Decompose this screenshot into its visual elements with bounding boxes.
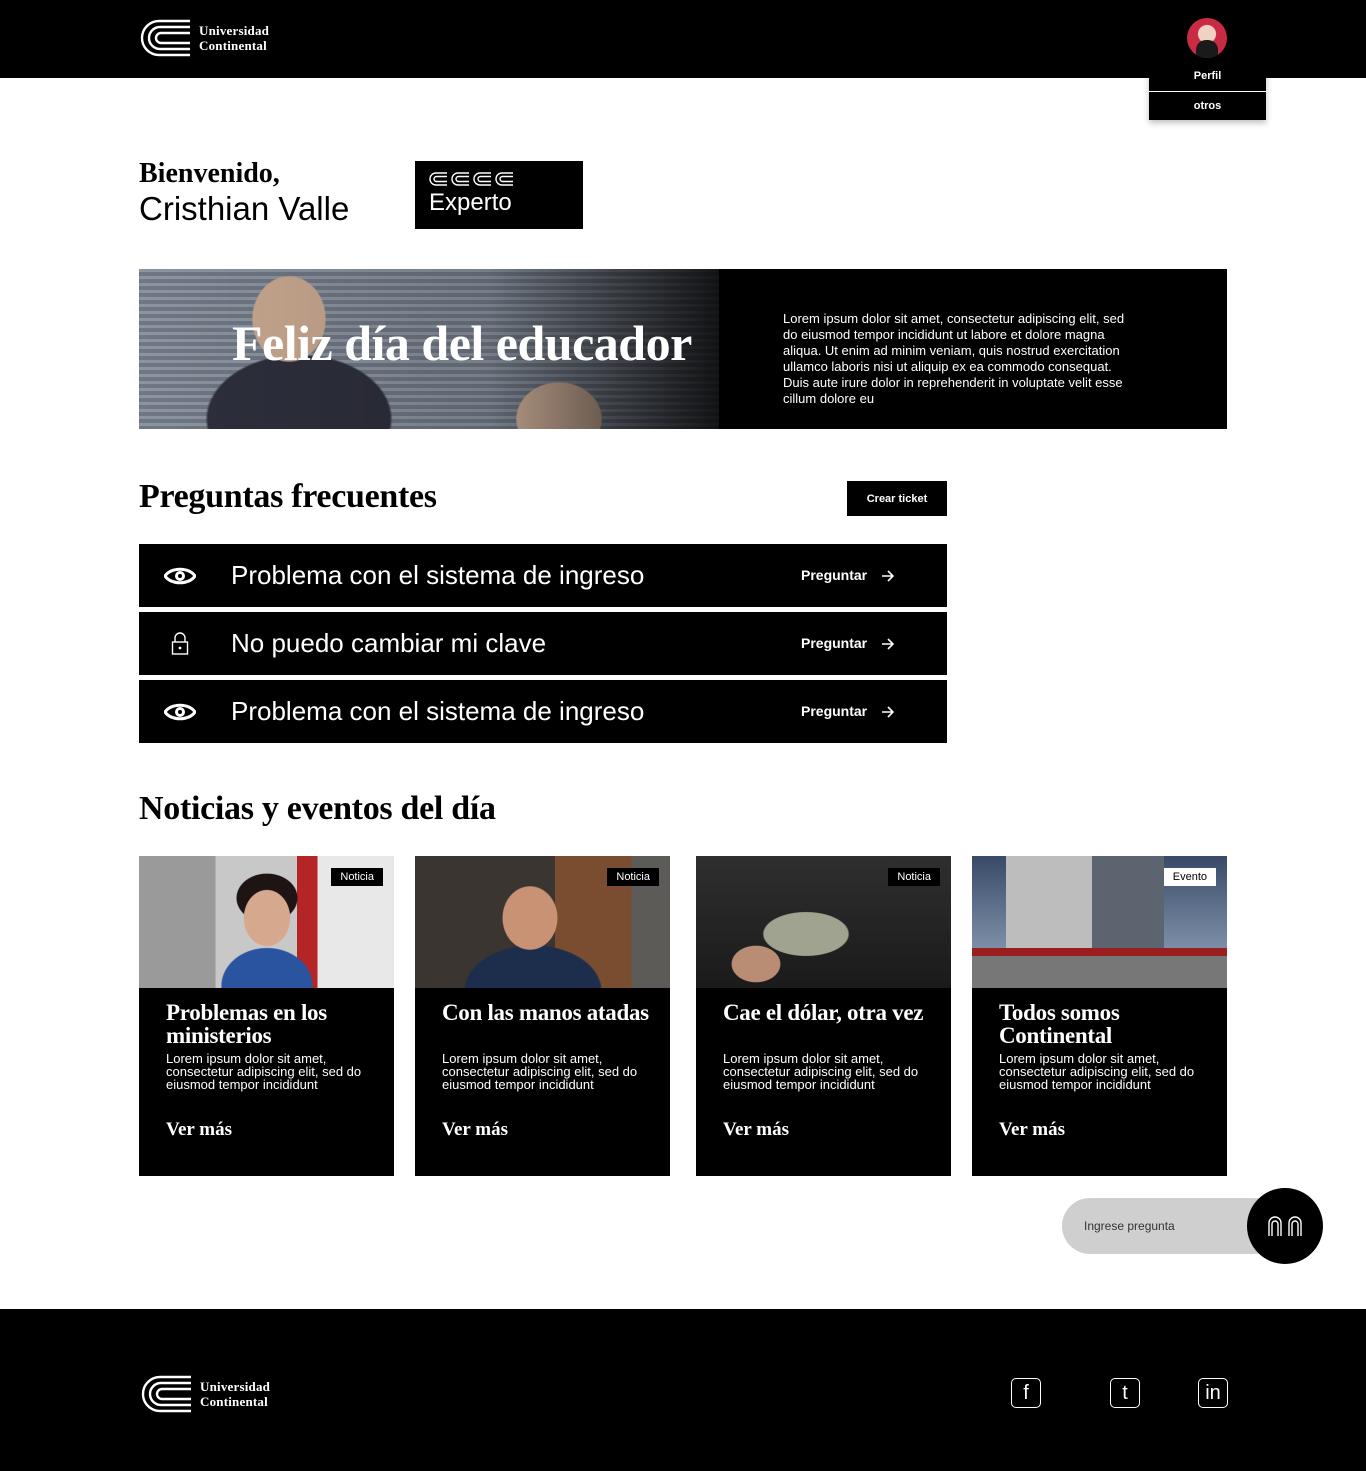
linkedin-icon[interactable]: in [1198, 1378, 1228, 1408]
faq-title: Preguntas frecuentes [139, 478, 437, 515]
facebook-icon[interactable]: f [1011, 1378, 1041, 1408]
hero-banner[interactable]: Feliz día del educador Lorem ipsum dolor… [139, 269, 1227, 429]
card-title: Todos somos Continental [999, 1000, 1120, 1048]
level-logo-icon [473, 172, 491, 186]
ask-button[interactable]: Preguntar [801, 612, 895, 675]
logo-line-2: Continental [200, 1394, 268, 1409]
menu-item-otros[interactable]: otros [1149, 91, 1266, 120]
event-card[interactable]: Evento Todos somos Continental Lorem ips… [972, 856, 1227, 1176]
welcome-greeting: Bienvenido, [139, 158, 280, 189]
card-description: Lorem ipsum dolor sit amet, consectetur … [442, 1051, 638, 1092]
news-card[interactable]: Noticia Problemas en los ministerios Lor… [139, 856, 394, 1176]
ask-button[interactable]: Preguntar [801, 544, 895, 607]
level-icons [429, 171, 569, 187]
card-description: Lorem ipsum dolor sit amet, consectetur … [999, 1051, 1195, 1092]
card-title: Cae el dólar, otra vez [723, 1000, 924, 1025]
question-input[interactable] [1084, 1198, 1254, 1254]
footer: Universidad Continental f t in [0, 1309, 1366, 1471]
create-ticket-button[interactable]: Crear ticket [847, 481, 947, 516]
see-more-link[interactable]: Ver más [442, 1119, 508, 1141]
faq-item-text: No puedo cambiar mi clave [231, 628, 547, 658]
card-description: Lorem ipsum dolor sit amet, consectetur … [723, 1051, 919, 1092]
logo-line-1: Universidad [200, 1379, 271, 1394]
faq-item-text: Problema con el sistema de ingreso [231, 560, 645, 590]
faq-item-text: Problema con el sistema de ingreso [231, 696, 645, 726]
tumblr-icon[interactable]: t [1110, 1378, 1140, 1408]
avatar[interactable] [1187, 18, 1227, 58]
see-more-link[interactable]: Ver más [723, 1119, 789, 1141]
banner-text: Lorem ipsum dolor sit amet, consectetur … [783, 311, 1125, 406]
level-logo-icon [495, 172, 513, 186]
faq-item[interactable]: Problema con el sistema de ingreso Pregu… [139, 544, 947, 607]
profile-menu: Perfil otros [1149, 62, 1266, 120]
welcome-block: Bienvenido, Cristhian Valle [139, 158, 349, 228]
news-title: Noticias y eventos del día [139, 790, 496, 827]
continental-logo-icon [141, 1375, 191, 1413]
top-navbar: Universidad Continental Perfil otros [0, 0, 1366, 120]
ask-button[interactable]: Preguntar [801, 680, 895, 743]
faq-item[interactable]: Problema con el sistema de ingreso Pregu… [139, 680, 947, 743]
banner-title: Feliz día del educador [232, 315, 692, 371]
logo-text: Universidad Continental [199, 23, 269, 53]
lock-icon [163, 627, 197, 661]
ask-label: Preguntar [801, 703, 868, 719]
logo-text: Universidad Continental [200, 1379, 270, 1409]
university-logo[interactable]: Universidad Continental [139, 19, 269, 57]
see-more-link[interactable]: Ver más [166, 1119, 232, 1141]
arrow-right-icon [882, 705, 895, 718]
chatbot-icon [1268, 1216, 1302, 1236]
ask-label: Preguntar [801, 567, 868, 583]
faq-item[interactable]: No puedo cambiar mi clave Preguntar [139, 612, 947, 675]
arrow-right-icon [882, 637, 895, 650]
ask-label: Preguntar [801, 635, 868, 651]
arrow-right-icon [882, 569, 895, 582]
news-card[interactable]: Noticia Cae el dólar, otra vez Lorem ips… [696, 856, 951, 1176]
card-tag: Noticia [607, 868, 659, 886]
menu-item-perfil[interactable]: Perfil [1149, 62, 1266, 91]
eye-icon [163, 559, 197, 593]
user-name: Cristhian Valle [139, 190, 350, 227]
footer-logo[interactable]: Universidad Continental [140, 1375, 270, 1413]
level-label: Experto [429, 189, 512, 216]
logo-line-2: Continental [199, 38, 267, 53]
level-logo-icon [429, 172, 447, 186]
card-tag: Noticia [331, 868, 383, 886]
card-tag: Evento [1163, 868, 1216, 886]
chat-send-button[interactable] [1247, 1188, 1323, 1264]
level-badge: Experto [415, 161, 583, 229]
level-logo-icon [451, 172, 469, 186]
card-description: Lorem ipsum dolor sit amet, consectetur … [166, 1051, 362, 1092]
see-more-link[interactable]: Ver más [999, 1119, 1065, 1141]
continental-logo-icon [140, 19, 190, 57]
card-title: Con las manos atadas [442, 1000, 649, 1025]
card-tag: Noticia [888, 868, 940, 886]
logo-line-1: Universidad [199, 23, 270, 38]
news-card[interactable]: Noticia Con las manos atadas Lorem ipsum… [415, 856, 670, 1176]
card-title: Problemas en los ministerios [166, 1000, 327, 1048]
eye-icon [163, 695, 197, 729]
